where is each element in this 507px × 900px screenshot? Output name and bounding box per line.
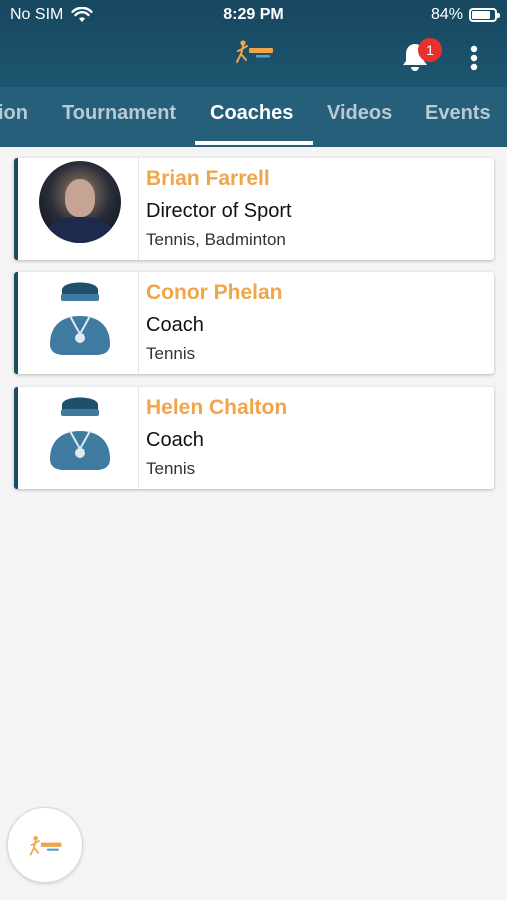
coach-avatar-box — [18, 158, 139, 260]
coach-info: Brian Farrell Director of Sport Tennis, … — [146, 158, 486, 260]
status-bar: No SIM 8:29 PM 84% — [0, 0, 507, 32]
coach-name: Conor Phelan — [146, 281, 283, 304]
coach-placeholder-icon — [50, 397, 110, 470]
ignite-logo-icon — [236, 40, 273, 63]
battery-percent: 84% — [430, 6, 463, 23]
tab-events[interactable]: Events — [425, 87, 491, 147]
coach-placeholder-icon — [50, 282, 110, 355]
battery-icon — [469, 8, 500, 22]
coach-card[interactable]: Helen Chalton Coach Tennis — [14, 387, 494, 489]
battery-fill — [472, 11, 491, 19]
tab-videos[interactable]: Videos — [327, 87, 392, 147]
coach-role: Coach — [146, 429, 204, 451]
app-header: No SIM 8:29 PM 84% 1 — [0, 0, 507, 87]
photo-shirt — [47, 217, 113, 243]
coach-avatar-box — [18, 272, 139, 374]
active-tab-indicator — [195, 141, 313, 145]
tab-bar: ion Tournament Coaches Videos Events — [0, 87, 507, 147]
coach-photo — [39, 161, 121, 243]
coach-card[interactable]: Conor Phelan Coach Tennis — [14, 272, 494, 374]
coach-sports: Tennis — [146, 459, 196, 478]
tab-tournament[interactable]: Tournament — [62, 87, 176, 147]
coach-info: Conor Phelan Coach Tennis — [146, 272, 486, 374]
tab-coaches[interactable]: Coaches — [210, 87, 293, 147]
coach-name: Brian Farrell — [146, 167, 270, 190]
notification-badge: 1 — [418, 38, 442, 62]
coach-sports: Tennis, Badminton — [146, 230, 286, 249]
coach-info: Helen Chalton Coach Tennis — [146, 387, 486, 489]
photo-face — [65, 179, 95, 217]
coach-sports: Tennis — [146, 344, 196, 363]
floating-logo-button[interactable] — [7, 807, 83, 883]
status-right: 84% — [430, 6, 500, 24]
ignite-logo-icon — [29, 836, 62, 856]
coach-role: Coach — [146, 314, 204, 336]
tab-partial[interactable]: ion — [0, 87, 28, 147]
more-vertical-icon[interactable] — [462, 42, 486, 74]
coach-role: Director of Sport — [146, 200, 292, 222]
coach-avatar-box — [18, 387, 139, 489]
coach-name: Helen Chalton — [146, 396, 288, 419]
coach-card[interactable]: Brian Farrell Director of Sport Tennis, … — [14, 158, 494, 260]
